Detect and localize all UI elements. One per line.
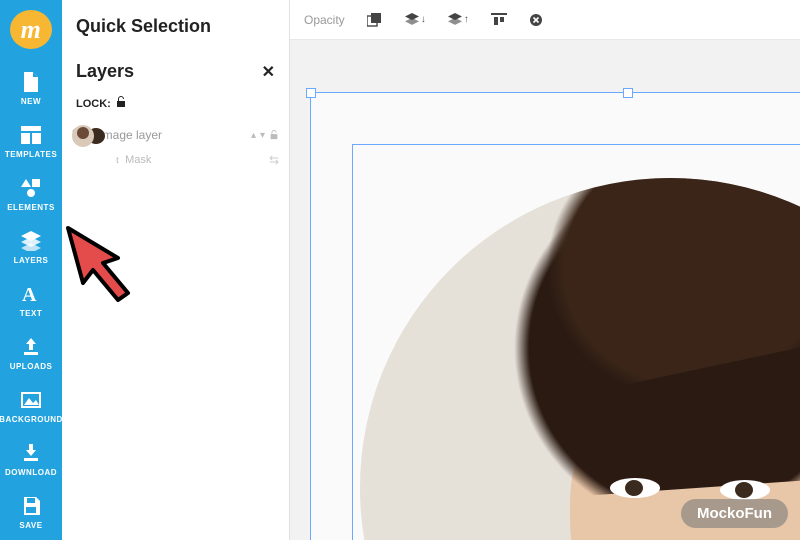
svg-text:A: A bbox=[22, 285, 37, 303]
tool-save[interactable]: SAVE bbox=[0, 487, 62, 540]
tool-layers[interactable]: LAYERS bbox=[0, 222, 62, 275]
tool-label: SAVE bbox=[19, 521, 42, 530]
left-toolbar: m NEW TEMPLATES ELEMENTS LAYERS A TEXT bbox=[0, 0, 62, 540]
text-icon: A bbox=[20, 283, 42, 305]
unlock-icon[interactable] bbox=[269, 130, 279, 143]
download-icon bbox=[20, 442, 42, 464]
tool-label: NEW bbox=[21, 97, 41, 106]
templates-icon bbox=[20, 124, 42, 146]
tool-label: LAYERS bbox=[14, 256, 49, 265]
canvas-pane[interactable]: MockoFun bbox=[290, 40, 800, 540]
unlock-icon[interactable] bbox=[115, 96, 127, 111]
tool-background[interactable]: BACKGROUND bbox=[0, 381, 62, 434]
tool-elements[interactable]: ELEMENTS bbox=[0, 169, 62, 222]
tool-label: TEMPLATES bbox=[5, 150, 57, 159]
tool-label: BACKGROUND bbox=[0, 415, 63, 424]
tool-uploads[interactable]: UPLOADS bbox=[0, 328, 62, 381]
tool-label: UPLOADS bbox=[10, 362, 53, 371]
quick-selection-title: Quick Selection bbox=[62, 0, 289, 51]
align-icon[interactable] bbox=[491, 13, 507, 27]
chevron-up-icon[interactable]: ▴ bbox=[251, 130, 256, 143]
layer-row[interactable]: image layer ▴ ▾ bbox=[72, 121, 279, 151]
tool-templates[interactable]: TEMPLATES bbox=[0, 116, 62, 169]
layer-list: image layer ▴ ▾ t Mask ⇆ bbox=[62, 121, 289, 169]
tool-text[interactable]: A TEXT bbox=[0, 275, 62, 328]
elements-icon bbox=[20, 177, 42, 199]
side-panel: Quick Selection Layers ✕ LOCK: image lay… bbox=[62, 0, 290, 540]
layers-icon bbox=[20, 230, 42, 252]
lock-row: LOCK: bbox=[62, 96, 289, 121]
duplicate-icon[interactable] bbox=[367, 13, 383, 27]
background-icon bbox=[20, 389, 42, 411]
tool-label: DOWNLOAD bbox=[5, 468, 57, 477]
photo-eye bbox=[610, 478, 660, 498]
top-toolbar: Opacity ↓ ↑ bbox=[290, 0, 800, 40]
opacity-label[interactable]: Opacity bbox=[304, 13, 345, 27]
tool-label: ELEMENTS bbox=[7, 203, 55, 212]
layers-title: Layers bbox=[76, 61, 134, 82]
save-icon bbox=[20, 495, 42, 517]
link-icon[interactable]: ⇆ bbox=[269, 153, 279, 167]
selection-handle[interactable] bbox=[623, 88, 633, 98]
watermark-badge: MockoFun bbox=[681, 499, 788, 528]
mask-icon: t bbox=[116, 154, 119, 166]
lock-label: LOCK: bbox=[76, 98, 111, 110]
layer-up-icon[interactable]: ↑ bbox=[448, 13, 469, 27]
layer-name: Mask bbox=[125, 154, 151, 166]
upload-icon bbox=[20, 336, 42, 358]
layer-down-icon[interactable]: ↓ bbox=[405, 13, 426, 27]
selection-handle[interactable] bbox=[306, 88, 316, 98]
layers-panel-header: Layers ✕ bbox=[62, 51, 289, 96]
close-icon[interactable]: ✕ bbox=[262, 62, 275, 82]
layer-controls: ▴ ▾ bbox=[251, 130, 279, 143]
photo-eye bbox=[720, 480, 770, 500]
delete-icon[interactable] bbox=[529, 13, 543, 27]
file-icon bbox=[20, 71, 42, 93]
layer-sub-row[interactable]: t Mask ⇆ bbox=[72, 151, 279, 169]
tool-new[interactable]: NEW bbox=[0, 63, 62, 116]
tool-download[interactable]: DOWNLOAD bbox=[0, 434, 62, 487]
tool-label: TEXT bbox=[20, 309, 42, 318]
chevron-down-icon[interactable]: ▾ bbox=[260, 130, 265, 143]
app-logo[interactable]: m bbox=[10, 10, 52, 49]
layer-name: image layer bbox=[100, 129, 245, 142]
layer-thumbnail bbox=[72, 125, 94, 147]
